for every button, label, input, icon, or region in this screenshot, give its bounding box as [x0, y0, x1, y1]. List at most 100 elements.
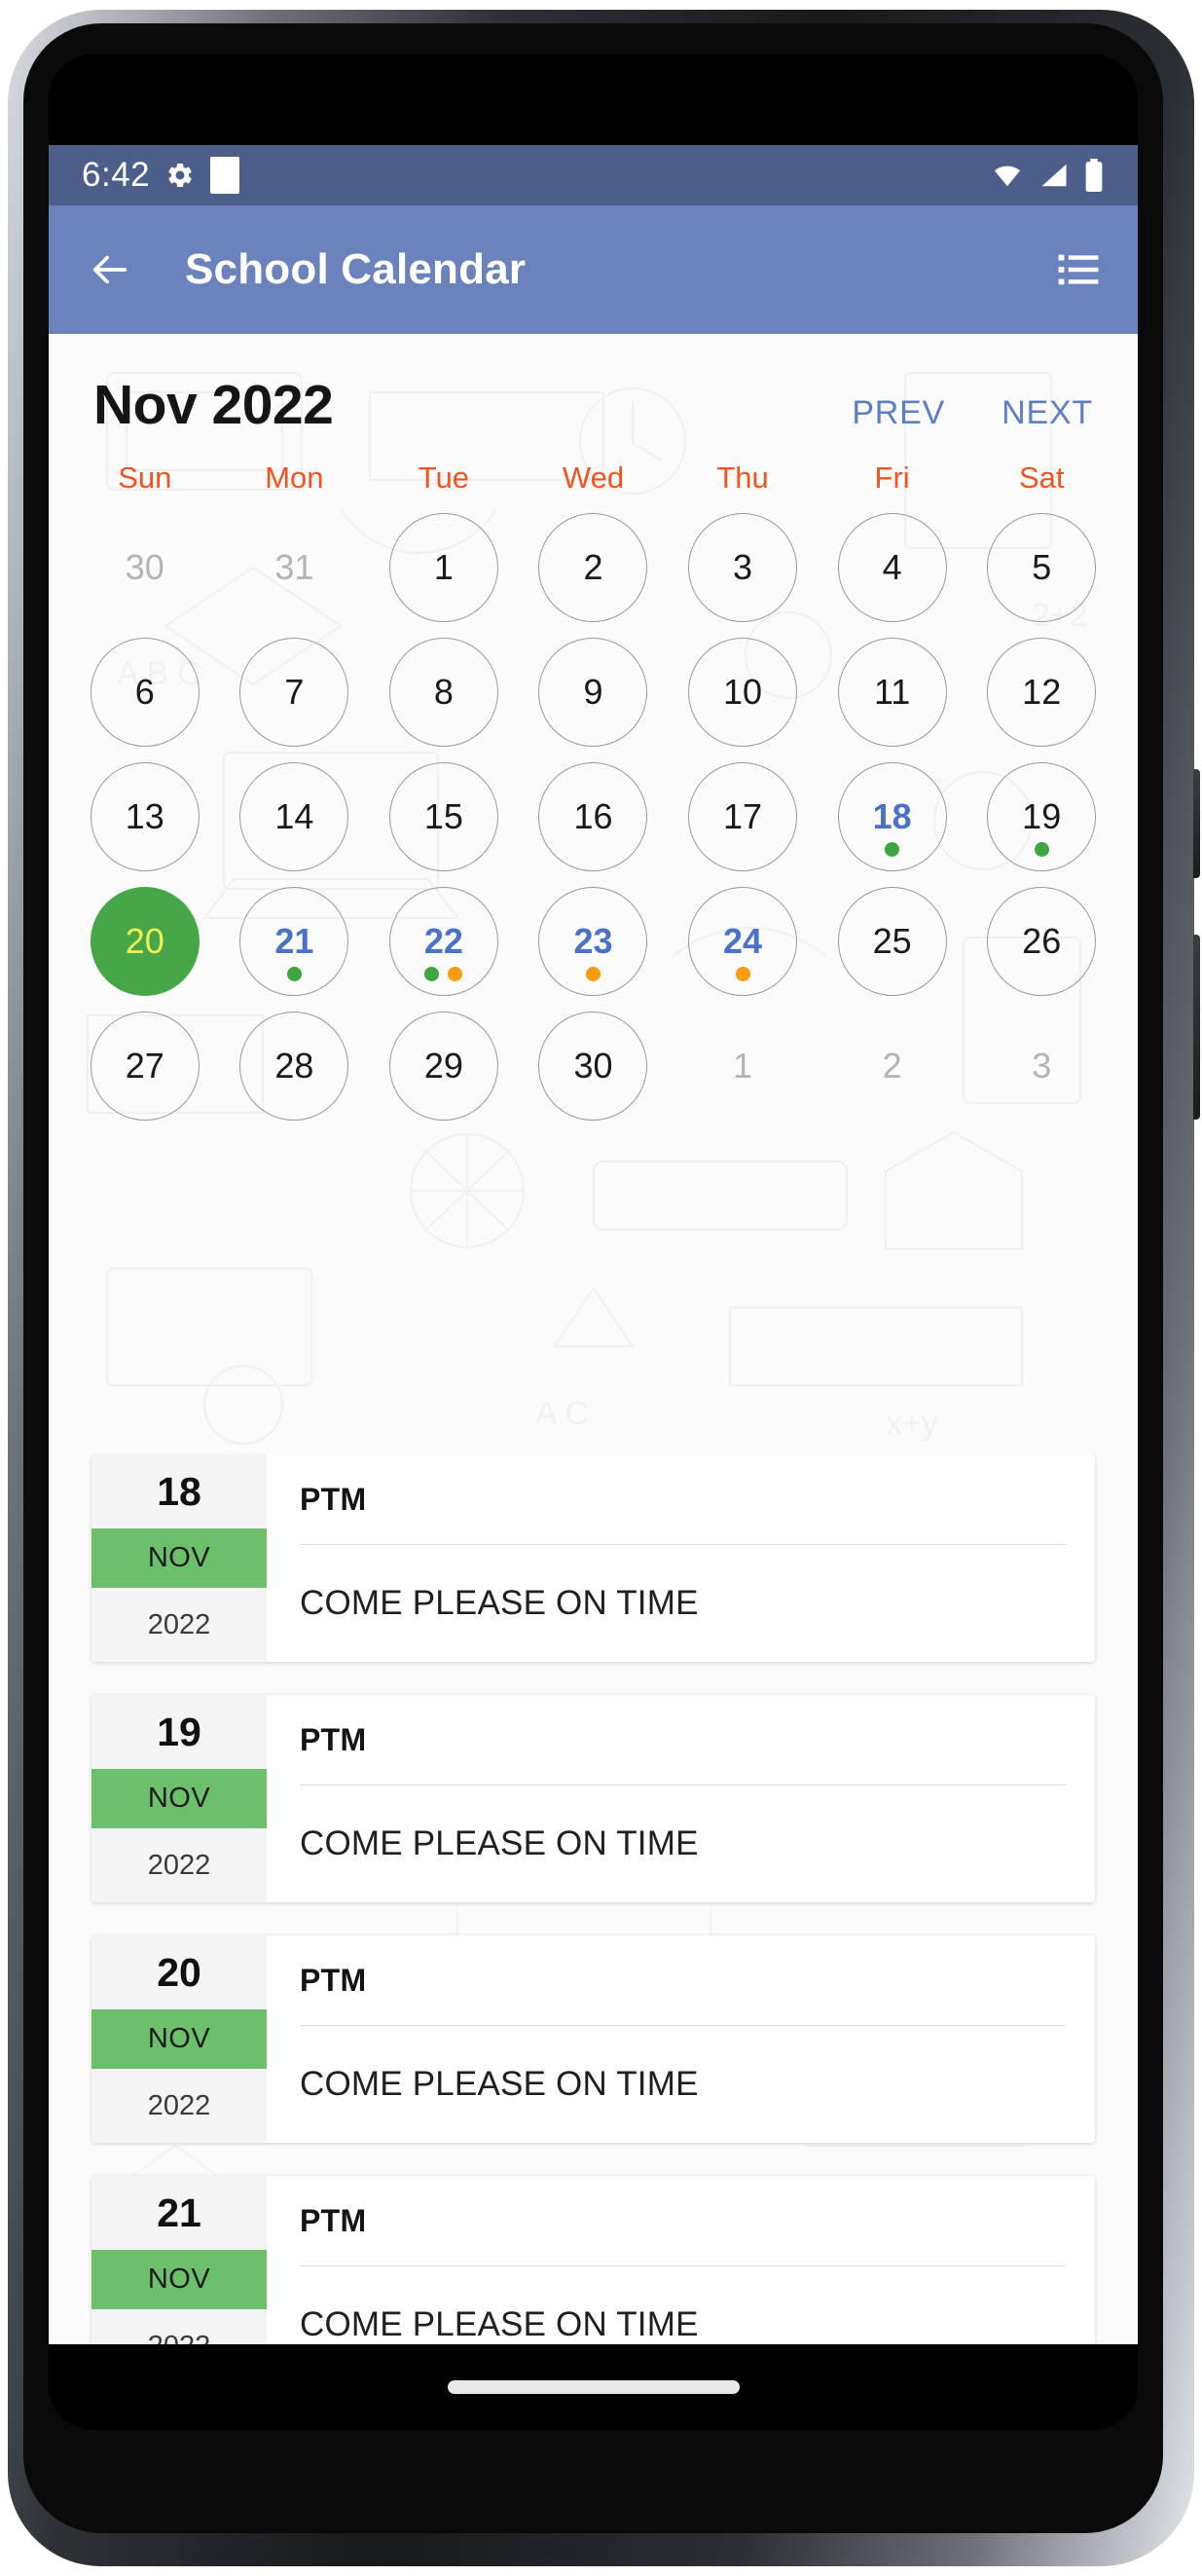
calendar-day-31[interactable]: 31 — [239, 513, 348, 622]
calendar-day-cell[interactable]: 5 — [966, 505, 1116, 630]
calendar-day-7[interactable]: 7 — [239, 638, 349, 747]
event-description: COME PLEASE ON TIME — [300, 2065, 699, 2103]
event-description: COME PLEASE ON TIME — [300, 1824, 699, 1862]
calendar-day-cell[interactable]: 23 — [519, 879, 669, 1004]
calendar-day-cell[interactable]: 9 — [519, 630, 669, 754]
calendar-day-cell[interactable]: 1 — [668, 1004, 818, 1128]
volume-button[interactable] — [1193, 935, 1200, 1120]
calendar-day-cell[interactable]: 16 — [519, 754, 669, 879]
calendar-day-27[interactable]: 27 — [90, 1012, 200, 1121]
calendar-day-2[interactable]: 2 — [538, 513, 648, 622]
calendar-day-cell[interactable]: 2 — [519, 505, 669, 630]
calendar-day-24[interactable]: 24 — [688, 887, 798, 996]
calendar-day-cell[interactable]: 30 — [519, 1004, 669, 1128]
calendar-day-25[interactable]: 25 — [837, 887, 947, 996]
navigation-bar — [49, 2344, 1138, 2430]
calendar-day-16[interactable]: 16 — [538, 762, 648, 871]
event-dot-green — [1034, 842, 1049, 857]
calendar-day-cell[interactable]: 18 — [818, 754, 967, 879]
calendar-day-30[interactable]: 30 — [538, 1012, 648, 1121]
calendar-day-cell[interactable]: 14 — [220, 754, 370, 879]
calendar-day-cell[interactable]: 22 — [369, 879, 519, 1004]
event-card[interactable]: 21 NOV2022 PTM COME PLEASE ON TIME — [91, 2176, 1095, 2344]
square-placeholder-icon — [210, 157, 240, 194]
calendar-day-4[interactable]: 4 — [837, 513, 947, 622]
home-indicator[interactable] — [447, 2380, 740, 2394]
calendar-day-23[interactable]: 23 — [538, 887, 648, 996]
calendar-day-cell[interactable]: 10 — [668, 630, 818, 754]
calendar-day-cell[interactable]: 11 — [818, 630, 967, 754]
event-date-column: 18 NOV 2022 — [91, 1454, 267, 1662]
calendar-day-cell[interactable]: 31 — [220, 505, 370, 630]
event-day: 20 — [157, 1949, 201, 1995]
calendar-day-cell[interactable]: 3 — [668, 505, 818, 630]
calendar-day-6[interactable]: 6 — [90, 638, 200, 747]
calendar-day-21[interactable]: 21 — [239, 887, 349, 996]
calendar-day-cell[interactable]: 13 — [70, 754, 220, 879]
calendar-day-20[interactable]: 20 — [90, 887, 200, 996]
events-list[interactable]: 18 NOV 2022 PTM COME PLEASE ON TIME 19 NOV 2022… — [49, 1454, 1138, 2344]
calendar-day-cell[interactable]: 25 — [818, 879, 967, 1004]
calendar-day-3[interactable]: 3 — [987, 1012, 1096, 1121]
calendar-nav: PREV NEXT — [852, 394, 1093, 432]
event-dot-green — [286, 967, 302, 981]
calendar-day-12[interactable]: 12 — [987, 638, 1097, 747]
calendar-day-cell[interactable]: 2 — [818, 1004, 967, 1128]
calendar-day-29[interactable]: 29 — [388, 1012, 498, 1121]
calendar-day-15[interactable]: 15 — [388, 762, 498, 871]
calendar-day-cell[interactable]: 20 — [70, 879, 220, 1004]
calendar-day-5[interactable]: 5 — [987, 513, 1097, 622]
calendar-day-8[interactable]: 8 — [388, 638, 498, 747]
event-card[interactable]: 20 NOV 2022 PTM COME PLEASE ON TIME — [91, 1935, 1095, 2143]
calendar-day-26[interactable]: 26 — [987, 887, 1097, 996]
calendar-day-cell[interactable]: 6 — [70, 630, 220, 754]
list-menu-icon[interactable] — [1058, 253, 1099, 286]
calendar-day-cell[interactable]: 28 — [220, 1004, 370, 1128]
event-dot-green — [424, 967, 440, 981]
calendar-day-cell[interactable]: 19 — [966, 754, 1116, 879]
calendar-day-14[interactable]: 14 — [239, 762, 349, 871]
calendar-day-10[interactable]: 10 — [688, 638, 798, 747]
calendar-day-cell[interactable]: 30 — [70, 505, 220, 630]
calendar-day-cell[interactable]: 24 — [668, 879, 818, 1004]
gear-icon — [168, 163, 192, 187]
calendar-day-cell[interactable]: 7 — [220, 630, 370, 754]
calendar-day-cell[interactable]: 3 — [966, 1004, 1116, 1128]
calendar-day-cell[interactable]: 4 — [818, 505, 967, 630]
calendar-day-cell[interactable]: 15 — [369, 754, 519, 879]
power-button[interactable] — [1193, 769, 1200, 878]
calendar-day-cell[interactable]: 12 — [966, 630, 1116, 754]
calendar-day-9[interactable]: 9 — [538, 638, 648, 747]
calendar-day-19[interactable]: 19 — [987, 762, 1097, 871]
back-arrow-icon[interactable] — [88, 247, 132, 292]
calendar-day-cell[interactable]: 27 — [70, 1004, 220, 1128]
calendar-day-17[interactable]: 17 — [688, 762, 798, 871]
calendar-day-cell[interactable]: 1 — [369, 505, 519, 630]
next-month-button[interactable]: NEXT — [1002, 394, 1093, 432]
prev-month-button[interactable]: PREV — [852, 394, 945, 432]
weekday-label-mon: Mon — [265, 460, 324, 495]
calendar-day-cell[interactable]: 21 — [220, 879, 370, 1004]
calendar-day-3[interactable]: 3 — [688, 513, 798, 622]
calendar-day-28[interactable]: 28 — [239, 1012, 349, 1121]
calendar-day-18[interactable]: 18 — [837, 762, 947, 871]
calendar-day-cell[interactable]: 26 — [966, 879, 1116, 1004]
calendar-day-1[interactable]: 1 — [688, 1012, 797, 1121]
event-month: NOV — [91, 1528, 267, 1588]
calendar-day-cell[interactable]: 29 — [369, 1004, 519, 1128]
calendar-day-1[interactable]: 1 — [388, 513, 498, 622]
weekday-header-row: Sun Mon Tue Wed Thu Fri Sat — [49, 443, 1138, 496]
calendar-day-2[interactable]: 2 — [838, 1012, 947, 1121]
event-card[interactable]: 18 NOV 2022 PTM COME PLEASE ON TIME — [91, 1454, 1095, 1662]
calendar-day-11[interactable]: 11 — [837, 638, 947, 747]
event-body: PTM COME PLEASE ON TIME — [267, 1695, 1095, 1902]
event-month: NOV — [91, 1769, 267, 1828]
calendar-day-30[interactable]: 30 — [91, 513, 200, 622]
calendar-day-13[interactable]: 13 — [90, 762, 200, 871]
calendar-day-cell[interactable]: 8 — [369, 630, 519, 754]
calendar-day-cell[interactable]: 17 — [668, 754, 818, 879]
event-title: PTM — [300, 1481, 367, 1517]
day-event-dots — [539, 967, 646, 981]
calendar-day-22[interactable]: 22 — [388, 887, 498, 996]
event-card[interactable]: 19 NOV 2022 PTM COME PLEASE ON TIME — [91, 1695, 1095, 1902]
